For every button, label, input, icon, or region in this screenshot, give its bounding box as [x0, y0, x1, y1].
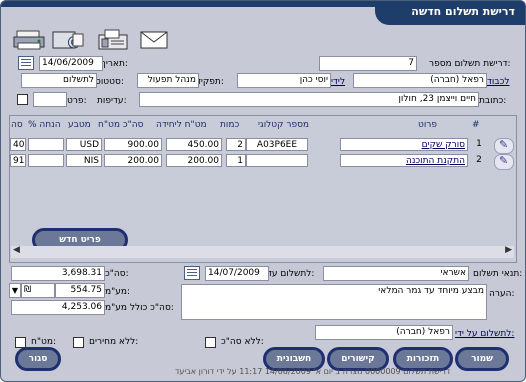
items-table: # פרוט מספר קטלוגי כמות מט"ח ליחידה סה"כ… [9, 115, 517, 263]
to-field[interactable]: רפאל (חברה) [353, 73, 487, 88]
priority-label: עדיפות: [97, 96, 127, 106]
by-field[interactable]: יוסי כהן [237, 73, 331, 88]
print-icon[interactable] [13, 29, 45, 51]
col-catalog: מספר קטלוגי [258, 120, 310, 130]
calendar-icon[interactable] [18, 56, 34, 70]
total-label: סה"כ: [105, 269, 129, 279]
private-checkbox[interactable] [17, 94, 28, 105]
payment-terms-label: תנאי תשלום: [473, 269, 523, 279]
paid-by-field[interactable]: רפאל (חברה) [315, 325, 453, 340]
row-discount[interactable] [28, 138, 64, 151]
row-discount[interactable] [28, 154, 64, 167]
vat-currency-select[interactable]: ₪ [21, 283, 55, 298]
address-label: כתובת: [479, 96, 507, 106]
paid-by-label[interactable]: לתשלום על ידי: [455, 329, 514, 339]
status-field[interactable]: לתשלום [21, 73, 97, 88]
vat-field[interactable]: 554.75 [55, 283, 105, 298]
date-label: תאריך: [101, 59, 128, 69]
no-prices-label: ללא מחירים: [89, 337, 139, 347]
edit-row-icon[interactable] [494, 154, 514, 170]
row-currency[interactable]: NIS [66, 154, 102, 167]
total-field: 3,698.31 [11, 266, 105, 281]
col-total: סה"כ מט"ח [98, 120, 144, 130]
no-total-label: ללא סה"כ: [221, 337, 264, 347]
no-total-checkbox[interactable] [205, 337, 216, 348]
close-button[interactable]: סגור [15, 347, 61, 371]
vat-label: מע"מ: [105, 287, 131, 297]
row-detail-link[interactable]: סורק שקים [340, 138, 468, 151]
row-unit[interactable]: 200.00 [166, 154, 222, 167]
col-currency: מטבע [68, 120, 91, 130]
col-num: # [472, 120, 480, 130]
row-catalog[interactable]: A03P6EE [246, 138, 308, 151]
priority-field[interactable] [33, 92, 67, 107]
scroll-left-icon[interactable]: ◀ [13, 245, 20, 255]
status-label: סטטוס: [95, 77, 124, 87]
footer-info: דרישת תשלום 0000009 נוצרה ב יום א' 14/06… [175, 367, 451, 376]
row-num: 2 [476, 155, 482, 165]
no-prices-checkbox[interactable] [73, 337, 84, 348]
email-icon[interactable]: @ [51, 29, 85, 51]
row-sum: 40 [10, 138, 26, 151]
request-number-field[interactable]: 7 [319, 56, 417, 71]
col-unit: מט"ח ליחידה [156, 120, 207, 130]
row-qty[interactable]: 1 [226, 154, 246, 167]
role-field[interactable]: מנהל תפעול [137, 73, 199, 88]
col-qty: כמות [220, 120, 240, 130]
vat-currency-value: ₪ [24, 285, 32, 295]
row-total[interactable]: 200.00 [104, 154, 162, 167]
address-field[interactable]: חיים וייצמן 23, חולון [139, 92, 479, 107]
role-label: תפקיד: [196, 77, 224, 87]
due-date-label: לתשלום עד: [267, 269, 315, 279]
foreign-currency-label: מט"ח: [31, 337, 57, 347]
row-unit[interactable]: 450.00 [166, 138, 222, 151]
to-label[interactable]: לכבוד [487, 77, 509, 87]
scroll-right-icon[interactable]: ▶ [505, 245, 512, 255]
private-label: פרטי: [65, 96, 87, 106]
by-label[interactable]: לידי [331, 77, 345, 87]
due-date-field[interactable]: 14/07/2009 [205, 266, 269, 281]
calendar-icon[interactable] [184, 266, 200, 280]
title-bar: דרישת תשלום חדשה [375, 1, 525, 25]
window-title: דרישת תשלום חדשה [411, 5, 515, 18]
row-catalog[interactable] [246, 154, 308, 167]
row-sum: 91 [10, 154, 26, 167]
row-total[interactable]: 900.00 [104, 138, 162, 151]
request-number-label: דרישת תשלום מספר: [429, 59, 511, 69]
row-detail-link[interactable]: התקנת התוכנה [340, 154, 468, 167]
col-discount: % הנחה [28, 120, 61, 130]
col-sum: סה [11, 120, 23, 130]
payment-terms-field[interactable]: אשראי [323, 266, 469, 281]
date-field[interactable]: 14/06/2009 [39, 56, 103, 71]
note-field[interactable]: מבצע מיוחד עד גמר המלאי [181, 284, 487, 320]
row-num: 1 [476, 139, 482, 149]
grand-total-field: 4,253.06 [11, 300, 105, 315]
edit-row-icon[interactable] [494, 138, 514, 154]
grand-total-label: סה"כ כולל מע"מ: [105, 303, 174, 313]
row-currency[interactable]: USD [66, 138, 102, 151]
note-label: הערה: [489, 289, 515, 299]
dropdown-arrow-icon[interactable]: ▼ [9, 283, 21, 298]
mail-icon[interactable] [139, 29, 169, 51]
row-qty[interactable]: 2 [226, 138, 246, 151]
horizontal-scrollbar[interactable]: ◀ ▶ [11, 245, 514, 258]
fax-icon[interactable] [97, 29, 129, 51]
col-detail: פרוט [418, 120, 437, 130]
payment-request-window: דרישת תשלום חדשה @ דרישת תשלום מספר: 7 ת… [0, 0, 526, 382]
